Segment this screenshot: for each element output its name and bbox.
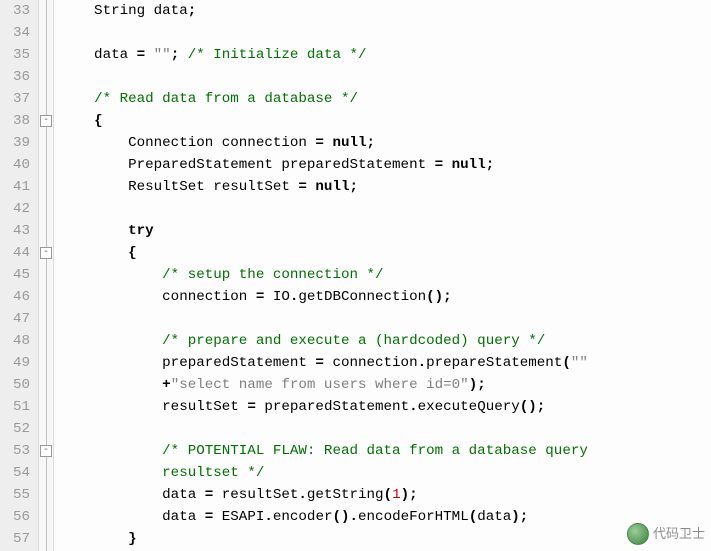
line-number: 56 [4,506,30,528]
line-number: 54 [4,462,30,484]
code-line[interactable]: ResultSet resultSet = null; [60,176,711,198]
fold-toggle-icon[interactable]: - [40,247,52,259]
line-number: 45 [4,264,30,286]
fold-column: - - - [38,0,54,551]
code-line[interactable]: /* setup the connection */ [60,264,711,286]
line-number: 57 [4,528,30,550]
code-line[interactable]: resultSet = preparedStatement.executeQue… [60,396,711,418]
line-number: 51 [4,396,30,418]
code-line[interactable]: preparedStatement = connection.prepareSt… [60,352,711,374]
line-number: 49 [4,352,30,374]
code-line[interactable]: data = ""; /* Initialize data */ [60,44,711,66]
code-line[interactable] [60,66,711,88]
fold-toggle-icon[interactable]: - [40,445,52,457]
line-number: 39 [4,132,30,154]
code-line[interactable]: PreparedStatement preparedStatement = nu… [60,154,711,176]
code-line[interactable]: String data; [60,0,711,22]
line-number: 40 [4,154,30,176]
code-editor: 3334353637383940414243444546474849505152… [0,0,711,551]
fold-toggle-icon[interactable]: - [40,115,52,127]
line-number: 48 [4,330,30,352]
line-number: 35 [4,44,30,66]
code-line[interactable]: resultset */ [60,462,711,484]
line-number: 52 [4,418,30,440]
code-area[interactable]: String data; data = ""; /* Initialize da… [54,0,711,551]
line-number: 47 [4,308,30,330]
line-number: 34 [4,22,30,44]
line-number: 33 [4,0,30,22]
line-number-gutter: 3334353637383940414243444546474849505152… [0,0,38,551]
code-line[interactable]: data = ESAPI.encoder().encodeForHTML(dat… [60,506,711,528]
line-number: 44 [4,242,30,264]
line-number: 43 [4,220,30,242]
code-line[interactable]: /* prepare and execute a (hardcoded) que… [60,330,711,352]
line-number: 46 [4,286,30,308]
code-line[interactable]: } [60,528,711,550]
line-number: 55 [4,484,30,506]
code-line[interactable]: Connection connection = null; [60,132,711,154]
code-line[interactable] [60,22,711,44]
line-number: 50 [4,374,30,396]
line-number: 41 [4,176,30,198]
code-line[interactable] [60,308,711,330]
code-line[interactable]: +"select name from users where id=0"); [60,374,711,396]
code-line[interactable]: connection = IO.getDBConnection(); [60,286,711,308]
code-line[interactable] [60,198,711,220]
code-line[interactable]: data = resultSet.getString(1); [60,484,711,506]
code-line[interactable]: /* POTENTIAL FLAW: Read data from a data… [60,440,711,462]
line-number: 36 [4,66,30,88]
code-line[interactable] [60,418,711,440]
code-line[interactable]: /* Read data from a database */ [60,88,711,110]
code-line[interactable]: try [60,220,711,242]
code-line[interactable]: { [60,242,711,264]
line-number: 38 [4,110,30,132]
line-number: 42 [4,198,30,220]
line-number: 53 [4,440,30,462]
code-line[interactable]: { [60,110,711,132]
line-number: 37 [4,88,30,110]
